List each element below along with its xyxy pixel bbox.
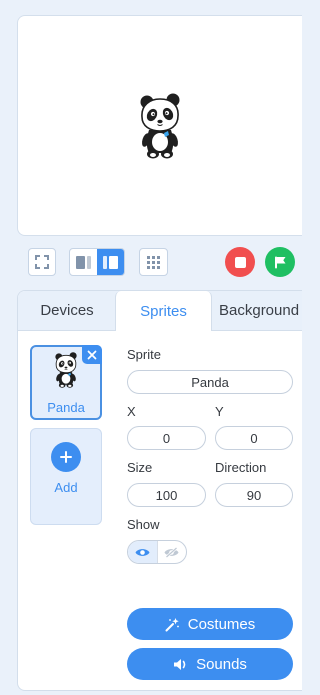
eye-icon [135, 548, 150, 556]
x-label: X [127, 404, 136, 419]
show-hidden-button[interactable] [156, 541, 187, 563]
panel-tabs: Devices Sprites Background [18, 291, 302, 331]
panda-sprite[interactable] [138, 93, 182, 159]
small-stage-button[interactable] [70, 249, 97, 275]
x-input[interactable] [127, 426, 206, 450]
sprite-panel: Devices Sprites Background Panda Add Spr… [17, 290, 302, 691]
sprite-item-label: Panda [47, 400, 85, 415]
add-circle [51, 442, 81, 472]
sprite-name-label: Sprite [127, 347, 161, 362]
close-icon [87, 350, 97, 359]
show-label: Show [127, 517, 160, 532]
tab-devices[interactable]: Devices [18, 291, 116, 330]
stage-layout-toggle [69, 248, 125, 276]
show-toggle [127, 540, 187, 564]
stage-toolbar [0, 247, 302, 278]
large-stage-button[interactable] [96, 249, 124, 275]
size-input[interactable] [127, 483, 206, 507]
add-sprite-label: Add [54, 480, 78, 495]
wand-icon [165, 617, 179, 631]
delete-sprite-button[interactable] [82, 345, 102, 364]
show-visible-button[interactable] [128, 541, 157, 563]
add-sprite-button[interactable]: Add [30, 428, 102, 525]
tab-sprites[interactable]: Sprites [115, 291, 212, 331]
fullscreen-button[interactable] [28, 248, 56, 276]
sounds-label: Sounds [196, 655, 247, 673]
costumes-button[interactable]: Costumes [127, 608, 293, 640]
fullscreen-icon [35, 255, 49, 269]
go-button[interactable] [265, 247, 295, 277]
green-flag-icon [275, 256, 286, 268]
y-label: Y [215, 404, 224, 419]
grid-icon [147, 255, 160, 269]
tab-background[interactable]: Background [211, 291, 302, 330]
sprite-item-panda[interactable]: Panda [30, 345, 102, 420]
large-stage-icon [103, 255, 119, 269]
costumes-label: Costumes [187, 615, 256, 633]
direction-label: Direction [215, 460, 267, 475]
panda-sprite-thumbnail [54, 352, 78, 388]
plus-icon [60, 451, 72, 463]
speaker-icon [174, 658, 186, 670]
y-input[interactable] [215, 426, 293, 450]
stage-and-sprite-panel: Devices Sprites Background Panda Add Spr… [0, 0, 302, 695]
small-stage-icon [75, 255, 91, 269]
sounds-button[interactable]: Sounds [127, 648, 293, 680]
sprite-name-input[interactable] [127, 370, 293, 394]
grid-button[interactable] [139, 248, 168, 276]
size-label: Size [127, 460, 153, 475]
stop-icon [234, 256, 246, 268]
direction-input[interactable] [215, 483, 293, 507]
eye-off-icon [164, 546, 179, 558]
stop-button[interactable] [225, 247, 255, 277]
stage [17, 15, 302, 236]
